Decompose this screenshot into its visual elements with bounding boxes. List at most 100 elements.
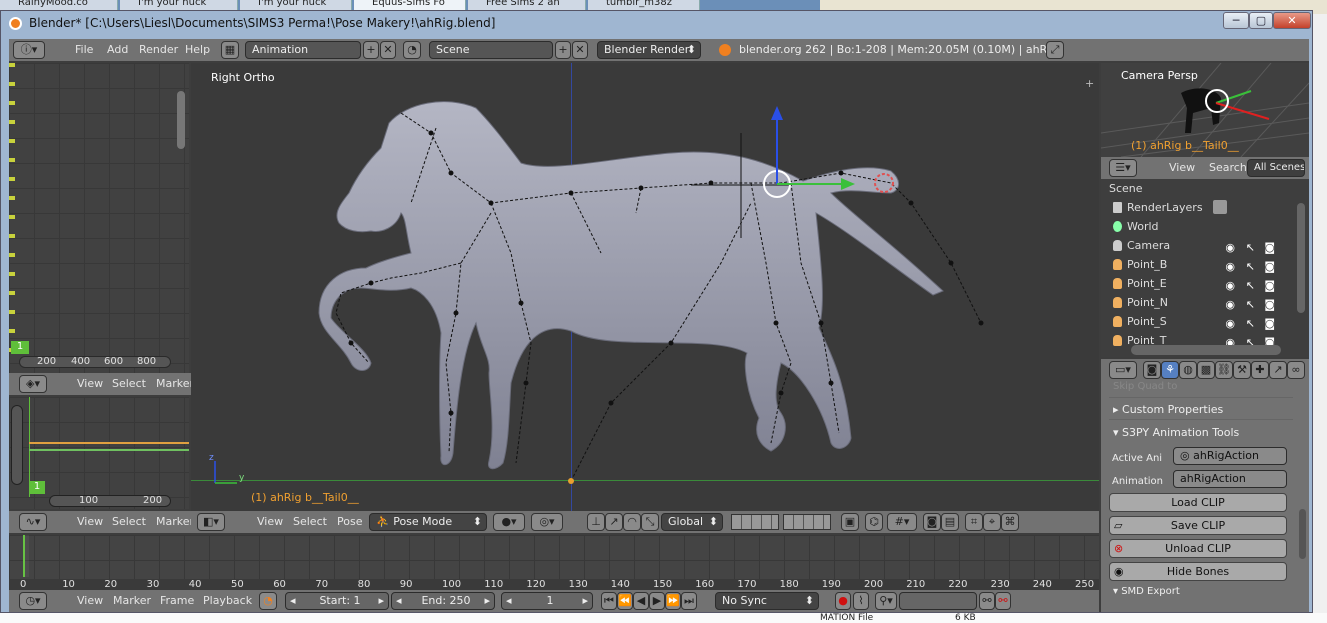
- orientation-select[interactable]: Global ⬍: [661, 513, 723, 531]
- graph-editor-mid[interactable]: 1 100 200: [9, 397, 189, 509]
- render-icon[interactable]: ◙: [923, 513, 941, 531]
- constraints-tab-icon[interactable]: ⛓: [1215, 361, 1233, 379]
- menu-frame[interactable]: Frame: [160, 590, 194, 612]
- start-frame-field[interactable]: ◂ Start: 1 ▸: [285, 592, 389, 610]
- add-screen-icon[interactable]: +: [363, 41, 379, 59]
- layer-buttons-1[interactable]: [731, 514, 779, 530]
- animation-field[interactable]: ahRigAction: [1173, 470, 1287, 488]
- display-filter[interactable]: All Scenes: [1247, 159, 1305, 177]
- screen-layout-icon[interactable]: ▦: [221, 41, 239, 59]
- modifier-tab-icon[interactable]: ⚒: [1233, 361, 1251, 379]
- browser-tab[interactable]: Equus-Sims Fo: [354, 0, 466, 10]
- browser-tab[interactable]: tumblr_m38z: [588, 0, 700, 10]
- keying-set-field[interactable]: [899, 592, 977, 610]
- s3py-section[interactable]: ▾ S3PY Animation Tools: [1113, 426, 1239, 439]
- menu-add[interactable]: Add: [107, 39, 128, 61]
- outliner-row-point-n[interactable]: Point_N ◉ ↖ ◙: [1101, 293, 1291, 312]
- world-tab-icon[interactable]: ◍: [1179, 361, 1197, 379]
- record-icon[interactable]: ●: [835, 592, 851, 610]
- minimize-button[interactable]: ─: [1223, 12, 1249, 29]
- active-ani-field[interactable]: ◎ ahRigAction: [1173, 447, 1287, 465]
- keyingset-icon[interactable]: ⚲▾: [875, 592, 897, 610]
- end-frame-field[interactable]: ◂ End: 250 ▸: [391, 592, 495, 610]
- add-region-icon[interactable]: +: [1085, 77, 1094, 90]
- data-tab-icon[interactable]: ✚: [1251, 361, 1269, 379]
- play-reverse-icon[interactable]: ◀: [633, 592, 649, 610]
- render-anim-icon[interactable]: ▤: [941, 513, 959, 531]
- browser-tab[interactable]: Free Sims 2 an: [468, 0, 586, 10]
- editor-type-3d-icon[interactable]: ◧▾: [197, 513, 225, 531]
- play-icon[interactable]: ▶: [649, 592, 665, 610]
- physics-tab-icon[interactable]: ∞: [1287, 361, 1305, 379]
- delete-screen-icon[interactable]: ✕: [380, 41, 396, 59]
- editor-type-info-icon[interactable]: ⓘ▾: [13, 41, 45, 59]
- manipulator-icon[interactable]: ⊥: [587, 513, 605, 531]
- keyframe-icon[interactable]: ⌖: [983, 513, 1001, 531]
- render-engine-select[interactable]: Blender Render ⬍: [597, 41, 701, 59]
- unload-clip-button[interactable]: ⊗ Unload CLIP: [1109, 539, 1287, 558]
- jump-end-icon[interactable]: ⏭: [681, 592, 697, 610]
- camera-view[interactable]: Camera Persp (1) ahRig b__Tail0__: [1101, 63, 1309, 157]
- jump-prev-key-icon[interactable]: ⏪: [617, 592, 633, 610]
- maximize-button[interactable]: ▢: [1249, 12, 1273, 29]
- keyframe-icon[interactable]: ⌘: [1001, 513, 1019, 531]
- outliner-row-point-s[interactable]: Point_S ◉ ↖ ◙: [1101, 312, 1291, 331]
- hide-bones-button[interactable]: ◉ Hide Bones: [1109, 562, 1287, 581]
- current-frame-field[interactable]: ◂ 1 ▸: [501, 592, 593, 610]
- menu-marker[interactable]: Marker: [113, 590, 151, 612]
- mode-select[interactable]: ⛹ Pose Mode ⬍: [369, 513, 487, 531]
- render-tab-icon[interactable]: ◙: [1143, 361, 1161, 379]
- scene-icon[interactable]: ◔: [403, 41, 421, 59]
- browser-tab[interactable]: I'm your huck: [240, 0, 352, 10]
- 3d-viewport[interactable]: Right Ortho z y (1) ahRig b__Tail0__ +: [191, 63, 1099, 511]
- menu-pose[interactable]: Pose: [337, 511, 362, 533]
- scale-icon[interactable]: ⤡: [641, 513, 659, 531]
- menu-render[interactable]: Render: [139, 39, 178, 61]
- layer-buttons-2[interactable]: [783, 514, 831, 530]
- outliner-row-camera[interactable]: Camera ◉ ↖ ◙: [1101, 236, 1291, 255]
- outliner-row-point-e[interactable]: Point_E ◉ ↖ ◙: [1101, 274, 1291, 293]
- close-button[interactable]: ✕: [1273, 12, 1311, 29]
- outliner-hscrollbar[interactable]: [1131, 345, 1281, 355]
- custom-properties-section[interactable]: ▸ Custom Properties: [1113, 403, 1223, 416]
- screen-layout-field[interactable]: Animation: [245, 41, 361, 59]
- menu-view[interactable]: View: [257, 511, 283, 533]
- lock-layer-icon[interactable]: ▣: [841, 513, 859, 531]
- save-clip-button[interactable]: ▱ Save CLIP: [1109, 516, 1287, 535]
- menu-marker[interactable]: Marker: [156, 511, 194, 533]
- menu-search[interactable]: Search: [1209, 157, 1247, 179]
- menu-select[interactable]: Select: [293, 511, 327, 533]
- outliner-row-point-b[interactable]: Point_B ◉ ↖ ◙: [1101, 255, 1291, 274]
- translate-icon[interactable]: ↗: [605, 513, 623, 531]
- outliner-row-world[interactable]: World: [1101, 217, 1291, 236]
- vertical-scrollbar[interactable]: [11, 405, 23, 485]
- menu-playback[interactable]: Playback: [203, 590, 252, 612]
- skip-quad-checkbox[interactable]: Skip Quad to: [1113, 381, 1177, 392]
- menu-select[interactable]: Select: [112, 373, 146, 395]
- bone-tab-icon[interactable]: ↗: [1269, 361, 1287, 379]
- graph-editor-top[interactable]: 1 200 400 600 800: [9, 63, 189, 373]
- properties-type-icon[interactable]: ▭▾: [1109, 361, 1137, 379]
- rotate-icon[interactable]: ◠: [623, 513, 641, 531]
- jump-start-icon[interactable]: ⏮: [601, 592, 617, 610]
- menu-view[interactable]: View: [77, 590, 103, 612]
- browser-tab[interactable]: RainyMood.co: [0, 0, 118, 10]
- preview-range-icon[interactable]: ◔: [259, 592, 277, 610]
- pivot-point-icon[interactable]: ◎▾: [531, 513, 563, 531]
- menu-file[interactable]: File: [75, 39, 93, 61]
- jump-next-key-icon[interactable]: ⏩: [665, 592, 681, 610]
- delete-scene-icon[interactable]: ✕: [572, 41, 588, 59]
- browser-tab[interactable]: I'm your huck: [120, 0, 238, 10]
- editor-type-icon[interactable]: ◈▾: [19, 375, 47, 393]
- keying-icon[interactable]: ⌇: [853, 592, 869, 610]
- viewport-shading-icon[interactable]: ●▾: [493, 513, 525, 531]
- insert-key-icon[interactable]: ⚯: [979, 592, 995, 610]
- timeline-type-icon[interactable]: ◷▾: [19, 592, 47, 610]
- snap-icon[interactable]: #▾: [887, 513, 917, 531]
- menu-view[interactable]: View: [77, 373, 103, 395]
- menu-select[interactable]: Select: [112, 511, 146, 533]
- menu-view[interactable]: View: [77, 511, 103, 533]
- add-scene-icon[interactable]: +: [555, 41, 571, 59]
- menu-marker[interactable]: Marker: [156, 373, 194, 395]
- sync-select[interactable]: No Sync ⬍: [715, 592, 819, 610]
